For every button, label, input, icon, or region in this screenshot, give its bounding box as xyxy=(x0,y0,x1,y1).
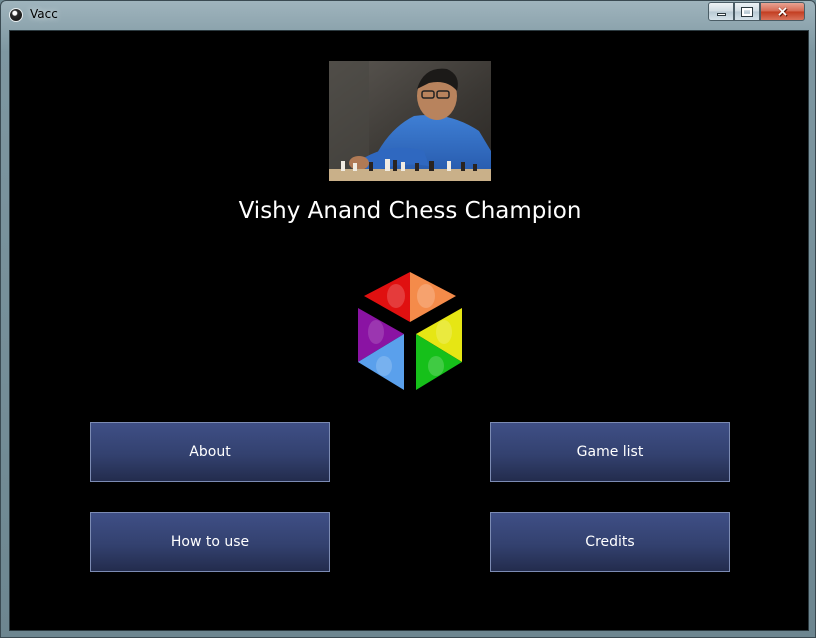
cube-logo xyxy=(354,270,466,394)
cube-logo-icon xyxy=(358,272,462,390)
about-button[interactable]: About xyxy=(90,422,330,482)
app-window: Vacc × Vishy Anand Chess Champion About … xyxy=(0,0,816,638)
close-button[interactable]: × xyxy=(760,2,805,21)
champion-photo-image xyxy=(329,61,491,181)
title-bar[interactable]: Vacc × xyxy=(1,1,815,29)
maximize-button[interactable] xyxy=(734,2,760,21)
close-icon: × xyxy=(776,3,789,20)
app-icon[interactable] xyxy=(9,8,23,22)
minimize-button[interactable] xyxy=(708,2,734,21)
how-to-use-button[interactable]: How to use xyxy=(90,512,330,572)
maximize-icon xyxy=(741,6,753,17)
minimize-icon xyxy=(716,13,726,16)
caption-buttons: × xyxy=(708,2,808,21)
page-title: Vishy Anand Chess Champion xyxy=(238,198,582,224)
game-list-button[interactable]: Game list xyxy=(490,422,730,482)
main-panel: Vishy Anand Chess Champion About Game li… xyxy=(9,30,809,631)
window-title: Vacc xyxy=(30,7,58,21)
champion-photo xyxy=(329,61,491,181)
credits-button[interactable]: Credits xyxy=(490,512,730,572)
